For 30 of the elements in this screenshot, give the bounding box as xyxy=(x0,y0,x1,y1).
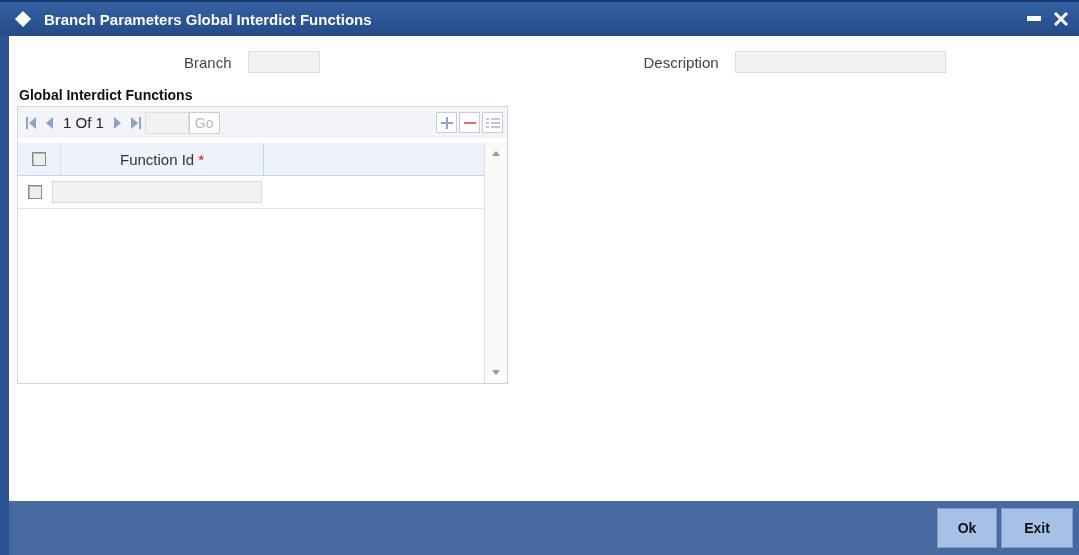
previous-page-icon[interactable] xyxy=(46,116,53,129)
close-icon[interactable] xyxy=(1053,11,1069,27)
row-checkbox[interactable] xyxy=(28,185,42,199)
diamond-icon xyxy=(14,10,32,28)
section-title: Global Interdict Functions xyxy=(19,87,194,103)
list-icon xyxy=(485,117,500,128)
add-row-button[interactable] xyxy=(436,112,457,133)
function-id-field[interactable] xyxy=(52,181,262,203)
scroll-up-icon[interactable] xyxy=(492,151,500,156)
last-page-icon[interactable] xyxy=(130,116,141,129)
dialog-button[interactable]: Exit xyxy=(1001,508,1073,548)
dialog-button[interactable]: Ok xyxy=(937,508,997,548)
select-all-checkbox[interactable] xyxy=(32,152,46,166)
input-field[interactable] xyxy=(734,51,946,73)
input-field[interactable] xyxy=(247,51,320,73)
list-view-button[interactable] xyxy=(482,112,503,133)
page-input[interactable] xyxy=(144,111,189,134)
field-label: Description xyxy=(643,53,719,71)
next-page-icon[interactable] xyxy=(113,116,121,129)
scroll-down-icon[interactable] xyxy=(492,370,500,375)
page-indicator: 1 Of 1 xyxy=(63,114,104,131)
scrollbar[interactable] xyxy=(484,143,507,383)
column-header: Function Id * xyxy=(61,143,264,175)
delete-row-button[interactable] xyxy=(459,112,480,133)
window-title: Branch Parameters Global Interdict Functions xyxy=(44,10,372,28)
minimize-icon[interactable] xyxy=(1027,16,1041,22)
first-page-icon[interactable] xyxy=(26,116,36,129)
field-label: Branch xyxy=(184,53,232,71)
plus-icon xyxy=(440,116,453,129)
minus-icon xyxy=(463,121,476,124)
